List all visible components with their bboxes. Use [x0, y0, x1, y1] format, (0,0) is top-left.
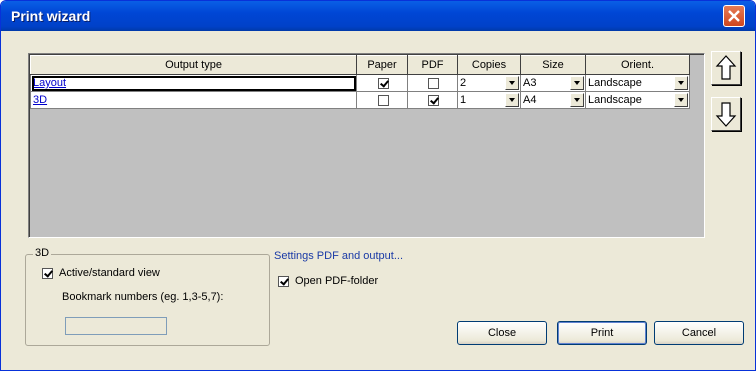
- output-type-name: Layout: [33, 77, 67, 89]
- size-dropdown[interactable]: A3: [520, 74, 586, 92]
- print-wizard-window: Print wizard Output type Paper PDF Copie…: [0, 0, 756, 371]
- open-pdf-folder-label: Open PDF-folder: [295, 275, 379, 287]
- move-down-button[interactable]: [711, 97, 741, 131]
- table-row[interactable]: 3D 1 A4 Landscape: [30, 91, 690, 109]
- copies-value: 1: [460, 94, 467, 106]
- paper-cell[interactable]: [356, 91, 408, 109]
- copies-dropdown[interactable]: 1: [457, 91, 521, 109]
- print-button[interactable]: Print: [557, 321, 647, 345]
- arrow-up-icon: [715, 55, 737, 80]
- pdf-checkbox[interactable]: [428, 94, 439, 106]
- orient-dropdown[interactable]: Landscape: [585, 91, 690, 109]
- active-view-label: Active/standard view: [59, 267, 160, 279]
- output-type-name: 3D: [33, 94, 48, 106]
- arrow-down-icon: [715, 102, 737, 127]
- chevron-down-icon[interactable]: [570, 76, 584, 90]
- size-value: A3: [523, 77, 537, 89]
- pdf-checkbox[interactable]: [428, 77, 439, 89]
- pdf-cell[interactable]: [407, 74, 458, 92]
- pdf-settings-link[interactable]: Settings PDF and output...: [274, 250, 403, 262]
- close-window-button[interactable]: [723, 5, 745, 27]
- close-icon: [728, 10, 740, 22]
- paper-checkbox[interactable]: [377, 77, 389, 89]
- open-pdf-folder-option[interactable]: Open PDF-folder: [278, 275, 378, 287]
- copies-value: 2: [460, 77, 467, 89]
- chevron-down-icon[interactable]: [570, 93, 584, 107]
- chevron-down-icon[interactable]: [674, 93, 688, 107]
- chevron-down-icon[interactable]: [505, 76, 519, 90]
- orient-value: Landscape: [588, 77, 642, 89]
- group-3d: 3D Active/standard view Bookmark numbers…: [25, 247, 270, 346]
- bookmark-label: Bookmark numbers (eg. 1,3-5,7):: [62, 291, 224, 303]
- header-orient[interactable]: Orient.: [585, 55, 690, 75]
- group-3d-legend: 3D: [33, 247, 52, 259]
- orient-dropdown[interactable]: Landscape: [585, 74, 690, 92]
- cancel-button[interactable]: Cancel: [654, 321, 744, 345]
- active-view-checkbox[interactable]: [42, 267, 53, 279]
- output-type-cell[interactable]: 3D: [30, 91, 357, 109]
- orient-value: Landscape: [588, 94, 642, 106]
- title-bar[interactable]: Print wizard: [1, 1, 755, 31]
- open-pdf-folder-checkbox[interactable]: [278, 275, 289, 287]
- dialog-body: Output type Paper PDF Copies Size Orient…: [4, 31, 751, 367]
- move-up-button[interactable]: [711, 51, 741, 85]
- copies-dropdown[interactable]: 2: [457, 74, 521, 92]
- pdf-cell[interactable]: [407, 91, 458, 109]
- header-size[interactable]: Size: [520, 55, 586, 75]
- header-pdf[interactable]: PDF: [407, 55, 458, 75]
- output-table: Output type Paper PDF Copies Size Orient…: [30, 55, 690, 109]
- paper-cell[interactable]: [356, 74, 408, 92]
- header-copies[interactable]: Copies: [457, 55, 521, 75]
- active-view-option[interactable]: Active/standard view: [42, 267, 160, 279]
- chevron-down-icon[interactable]: [505, 93, 519, 107]
- table-row[interactable]: Layout 2 A3 Landscape: [30, 74, 690, 92]
- header-output-type[interactable]: Output type: [30, 55, 357, 75]
- window-title: Print wizard: [11, 8, 91, 24]
- header-paper[interactable]: Paper: [356, 55, 408, 75]
- paper-checkbox[interactable]: [377, 94, 389, 106]
- size-value: A4: [523, 94, 537, 106]
- size-dropdown[interactable]: A4: [520, 91, 586, 109]
- chevron-down-icon[interactable]: [674, 76, 688, 90]
- output-grid: Output type Paper PDF Copies Size Orient…: [28, 53, 705, 238]
- close-button[interactable]: Close: [457, 321, 547, 345]
- output-type-cell[interactable]: Layout: [30, 74, 357, 92]
- bookmark-input[interactable]: [65, 317, 167, 335]
